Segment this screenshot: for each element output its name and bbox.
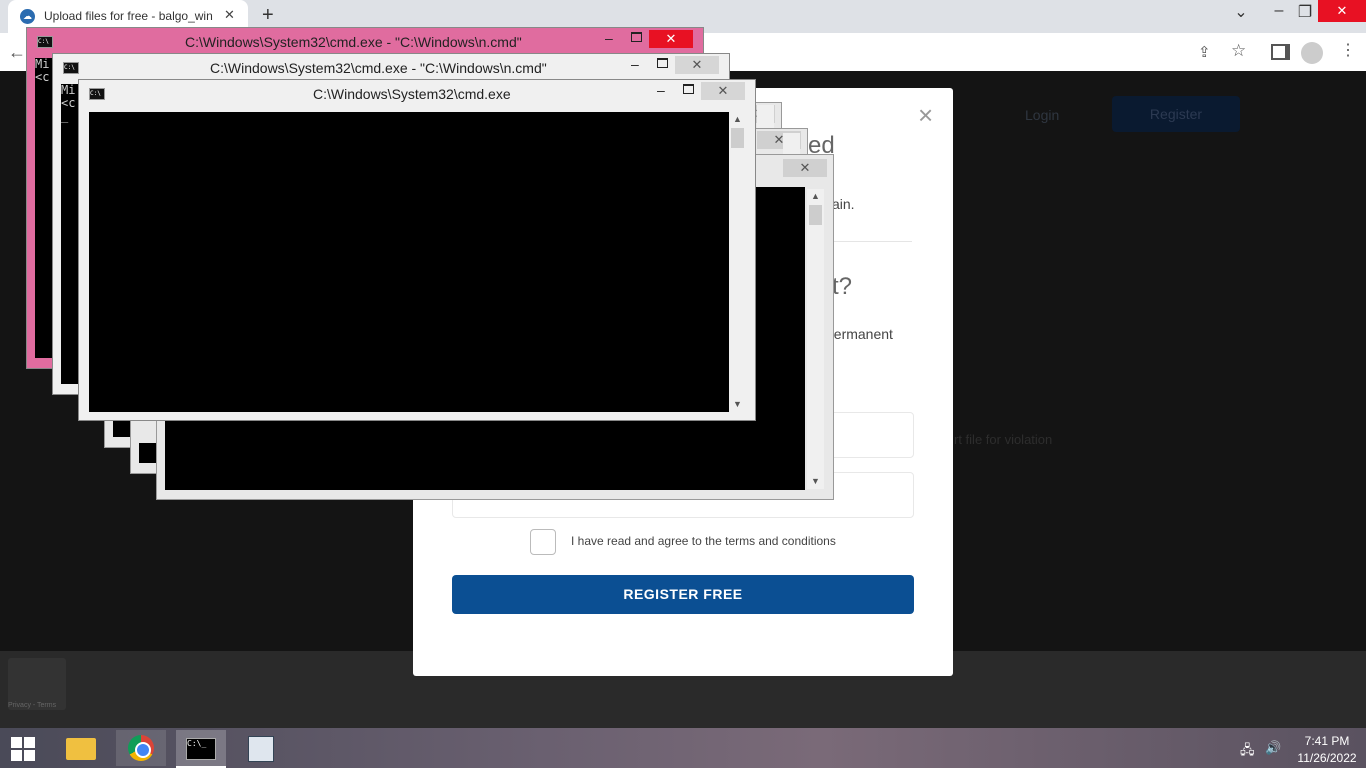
cmd-icon: C:\ (37, 36, 53, 48)
scrollbar[interactable]: ▲ ▼ (807, 189, 824, 489)
start-button[interactable] (0, 728, 48, 768)
close-icon[interactable]: ✕ (783, 159, 827, 177)
chrome-icon[interactable] (116, 730, 166, 766)
windows-logo-part (24, 750, 35, 761)
windows-logo-part (11, 750, 22, 761)
scroll-up-icon[interactable]: ▲ (807, 189, 824, 204)
share-icon[interactable]: ⇪ (1198, 43, 1211, 61)
scroll-up-icon[interactable]: ▲ (729, 112, 746, 127)
maximize-icon[interactable] (683, 84, 694, 94)
scroll-down-icon[interactable]: ▼ (807, 474, 824, 489)
minimize-icon[interactable]: – (605, 30, 613, 46)
minimize-icon[interactable]: – (631, 56, 639, 72)
clock-time[interactable]: 7:41 PM (1296, 734, 1358, 748)
modal-text-fragment: ain. (832, 196, 855, 212)
volume-icon[interactable]: 🔊 (1265, 740, 1281, 756)
cloud-icon: ☁ (20, 9, 35, 24)
close-icon[interactable]: ✕ (1318, 0, 1366, 22)
scroll-thumb[interactable] (809, 205, 822, 225)
scroll-down-icon[interactable]: ▼ (729, 397, 746, 412)
cmd-icon: C:\ (63, 62, 79, 74)
close-icon[interactable]: ✕ (675, 56, 719, 74)
menu-dots-icon[interactable]: ⋮ (1340, 40, 1356, 60)
sidepanel-icon[interactable] (1271, 44, 1290, 60)
cmd-title: C:\Windows\System32\cmd.exe - "C:\Window… (210, 60, 547, 76)
minimize-icon[interactable]: – (657, 82, 665, 98)
cmd-icon[interactable]: C:\_ (176, 730, 226, 768)
profile-avatar-icon[interactable] (1301, 42, 1323, 64)
modal-close-icon[interactable]: × (918, 100, 933, 131)
maximize-icon[interactable] (657, 58, 668, 68)
cmd-titlebar[interactable]: C:\ C:\Windows\System32\cmd.exe - "C:\Wi… (53, 54, 729, 82)
close-icon[interactable]: ✕ (701, 82, 745, 100)
cmd-titlebar[interactable]: C:\ C:\Windows\System32\cmd.exe - "C:\Wi… (27, 28, 703, 56)
close-icon[interactable]: ✕ (649, 30, 693, 48)
nav-login[interactable]: Login (1025, 107, 1059, 123)
modal-text-fragment-2: permanent (826, 326, 893, 342)
scrollbar[interactable]: ▲ ▼ (729, 112, 746, 412)
cmd-icon: C:\ (89, 88, 105, 100)
tab-close-icon[interactable]: ✕ (224, 7, 235, 23)
back-arrow-icon[interactable]: ← (8, 42, 26, 63)
scroll-thumb[interactable] (731, 128, 744, 148)
cmd-title: C:\Windows\System32\cmd.exe (313, 86, 511, 102)
windows-logo-icon (11, 737, 22, 748)
agree-checkbox[interactable] (530, 529, 556, 555)
cmd-titlebar[interactable]: C:\ C:\Windows\System32\cmd.exe – ✕ (79, 80, 755, 108)
file-explorer-icon[interactable] (56, 730, 106, 766)
cmd-console[interactable] (89, 112, 729, 412)
new-tab-button[interactable]: + (262, 4, 274, 27)
background-text: rt file for violation (954, 432, 1053, 447)
clock-date[interactable]: 11/26/2022 (1292, 751, 1362, 765)
restore-icon[interactable]: ❐ (1290, 2, 1320, 22)
agree-label: I have read and agree to the terms and c… (571, 534, 836, 548)
tab-search-icon[interactable]: ⌄ (1226, 2, 1256, 22)
modal-heading-fragment-2: t? (832, 273, 853, 300)
maximize-icon[interactable] (631, 32, 642, 42)
register-free-button[interactable]: REGISTER FREE (452, 575, 914, 614)
tab-title: Upload files for free - balgo_win (44, 9, 213, 23)
cmd-window-3[interactable]: C:\ C:\Windows\System32\cmd.exe – ✕ ▲ ▼ (78, 79, 756, 421)
cmd-title: C:\Windows\System32\cmd.exe - "C:\Window… (185, 34, 522, 50)
recaptcha-text: Privacy - Terms (8, 702, 57, 709)
network-icon[interactable]: 🖧 (1240, 741, 1255, 763)
star-icon[interactable]: ☆ (1231, 41, 1246, 61)
nav-register-button[interactable]: Register (1112, 96, 1240, 132)
notepad-icon[interactable] (236, 730, 286, 766)
windows-logo-part (24, 737, 35, 748)
